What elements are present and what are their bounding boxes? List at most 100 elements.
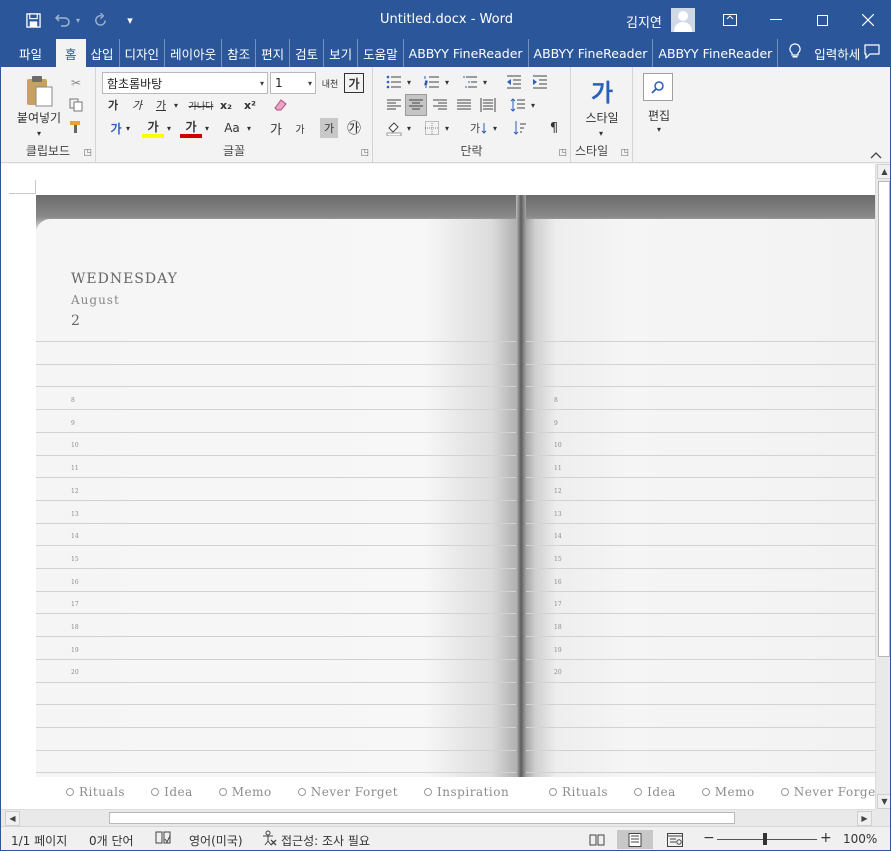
maximize-icon[interactable]	[799, 1, 845, 39]
scroll-up-icon[interactable]: ▲	[877, 164, 890, 179]
paragraph-launcher-icon[interactable]: ◳	[558, 148, 567, 158]
asian-layout-icon[interactable]: 가	[467, 118, 491, 138]
zoom-slider-track[interactable]	[717, 839, 817, 840]
show-marks-icon[interactable]: ¶	[543, 118, 565, 138]
italic-button[interactable]: 가	[128, 95, 146, 115]
asian-layout-dropdown-icon[interactable]: ▾	[491, 118, 499, 138]
font-name-combo[interactable]: 함초롬바탕 ▾	[102, 72, 268, 94]
proofing-icon[interactable]	[155, 830, 171, 848]
tab-home[interactable]: 홈	[56, 39, 86, 67]
align-center-icon[interactable]	[405, 94, 427, 116]
numbering-icon[interactable]	[421, 72, 443, 92]
tab-layout[interactable]: 레이아웃	[165, 39, 223, 67]
shading-icon[interactable]	[383, 118, 405, 138]
user-name[interactable]: 김지연	[626, 12, 662, 31]
accessibility-status[interactable]: 접근성: 조사 필요	[281, 832, 370, 849]
multilevel-list-icon[interactable]	[459, 72, 481, 92]
format-painter-icon[interactable]	[67, 117, 85, 137]
collapse-ribbon-icon[interactable]	[867, 145, 885, 165]
grow-font-button[interactable]: 가	[266, 118, 286, 138]
borders-icon[interactable]	[421, 118, 443, 138]
word-count[interactable]: 0개 단어	[89, 832, 134, 849]
underline-button[interactable]: 가	[152, 95, 170, 115]
scroll-right-icon[interactable]: ▶	[857, 811, 872, 826]
cut-icon[interactable]: ✂	[67, 73, 85, 93]
underline-dropdown-icon[interactable]: ▾	[171, 95, 181, 115]
scroll-down-icon[interactable]: ▼	[877, 794, 890, 809]
highlight-dropdown-icon[interactable]: ▾	[164, 118, 174, 138]
ribbon-display-icon[interactable]	[707, 1, 753, 39]
font-color-dropdown-icon[interactable]: ▾	[202, 118, 212, 138]
vertical-scrollbar[interactable]: ▲ ▼	[875, 164, 890, 809]
styles-glyph-icon[interactable]: 가	[585, 75, 619, 107]
save-icon[interactable]	[22, 9, 44, 31]
line-spacing-icon[interactable]	[507, 95, 529, 115]
customize-icon[interactable]: ▾	[119, 9, 141, 31]
accessibility-icon[interactable]	[261, 830, 277, 849]
page-count[interactable]: 1/1 페이지	[11, 832, 67, 849]
clipboard-launcher-icon[interactable]: ◳	[83, 148, 92, 158]
comments-icon[interactable]	[864, 44, 880, 63]
tab-help[interactable]: 도움말	[358, 39, 404, 67]
numbering-dropdown-icon[interactable]: ▾	[443, 72, 451, 92]
highlight-icon[interactable]: 가	[142, 118, 164, 138]
copy-icon[interactable]	[67, 95, 85, 115]
styles-dropdown-icon[interactable]: ▾	[593, 123, 609, 143]
tab-design[interactable]: 디자인	[120, 39, 166, 67]
bold-button[interactable]: 가	[104, 95, 122, 115]
horizontal-scroll-thumb[interactable]	[109, 812, 735, 824]
font-launcher-icon[interactable]: ◳	[360, 148, 369, 158]
multilevel-dropdown-icon[interactable]: ▾	[481, 72, 489, 92]
change-case-dropdown-icon[interactable]: ▾	[244, 118, 254, 138]
font-size-combo[interactable]: 1 ▾	[270, 72, 316, 94]
zoom-slider-thumb[interactable]	[763, 833, 767, 845]
web-layout-icon[interactable]	[657, 830, 693, 849]
print-layout-icon[interactable]	[617, 830, 653, 849]
scroll-left-icon[interactable]: ◀	[5, 811, 20, 826]
search-icon[interactable]	[643, 73, 673, 101]
zoom-out-button[interactable]: −	[703, 830, 715, 846]
tell-me-box[interactable]: 입력하세	[786, 39, 860, 67]
shrink-font-button[interactable]: 가	[290, 118, 310, 138]
phonetic-guide-button[interactable]: 내천	[320, 73, 340, 93]
align-right-icon[interactable]	[429, 95, 451, 115]
language-indicator[interactable]: 영어(미국)	[189, 832, 243, 849]
change-case-button[interactable]: Aa	[220, 118, 244, 138]
redo-icon[interactable]	[89, 9, 111, 31]
bullets-dropdown-icon[interactable]: ▾	[405, 72, 413, 92]
tab-mailings[interactable]: 편지	[256, 39, 291, 67]
tab-abbyy-2[interactable]: ABBYY FineReader	[529, 39, 654, 67]
read-mode-icon[interactable]	[579, 830, 615, 849]
bullets-icon[interactable]	[383, 72, 405, 92]
decrease-indent-icon[interactable]	[503, 72, 525, 92]
document-area[interactable]: WEDNESDAY August 2 8 9 10 11 12 13 14 15 16 17 18 1…	[1, 164, 881, 809]
clear-formatting-icon[interactable]	[270, 95, 290, 115]
sort-icon[interactable]	[509, 118, 531, 138]
horizontal-scrollbar[interactable]: ◀ ▶	[1, 809, 875, 826]
subscript-button[interactable]: x₂	[216, 95, 236, 115]
undo-dropdown-icon[interactable]: ▾	[72, 9, 84, 31]
tab-abbyy-1[interactable]: ABBYY FineReader	[404, 39, 529, 67]
line-spacing-dropdown-icon[interactable]: ▾	[529, 95, 537, 115]
paste-dropdown-icon[interactable]: ▾	[31, 123, 47, 143]
enclose-chars-button[interactable]: ㉮	[344, 118, 364, 138]
increase-indent-icon[interactable]	[529, 72, 551, 92]
char-shading-button[interactable]: 가	[320, 118, 338, 138]
tab-review[interactable]: 검토	[290, 39, 325, 67]
close-icon[interactable]	[845, 1, 890, 39]
tab-view[interactable]: 보기	[324, 39, 359, 67]
font-color-icon[interactable]: 가	[180, 118, 202, 138]
tab-file[interactable]: 파일	[1, 39, 56, 67]
tab-references[interactable]: 참조	[222, 39, 257, 67]
tab-abbyy-3[interactable]: ABBYY FineReader	[653, 39, 779, 67]
shading-dropdown-icon[interactable]: ▾	[405, 118, 413, 138]
justify-icon[interactable]	[453, 95, 475, 115]
strikethrough-button[interactable]: 가나다	[186, 95, 216, 115]
editing-dropdown-icon[interactable]: ▾	[651, 119, 667, 139]
distributed-icon[interactable]	[477, 95, 499, 115]
char-border-button[interactable]: 가	[344, 73, 364, 93]
undo-icon[interactable]	[52, 9, 74, 31]
zoom-level[interactable]: 100%	[843, 832, 877, 846]
tab-insert[interactable]: 삽입	[86, 39, 120, 67]
align-left-icon[interactable]	[383, 95, 405, 115]
